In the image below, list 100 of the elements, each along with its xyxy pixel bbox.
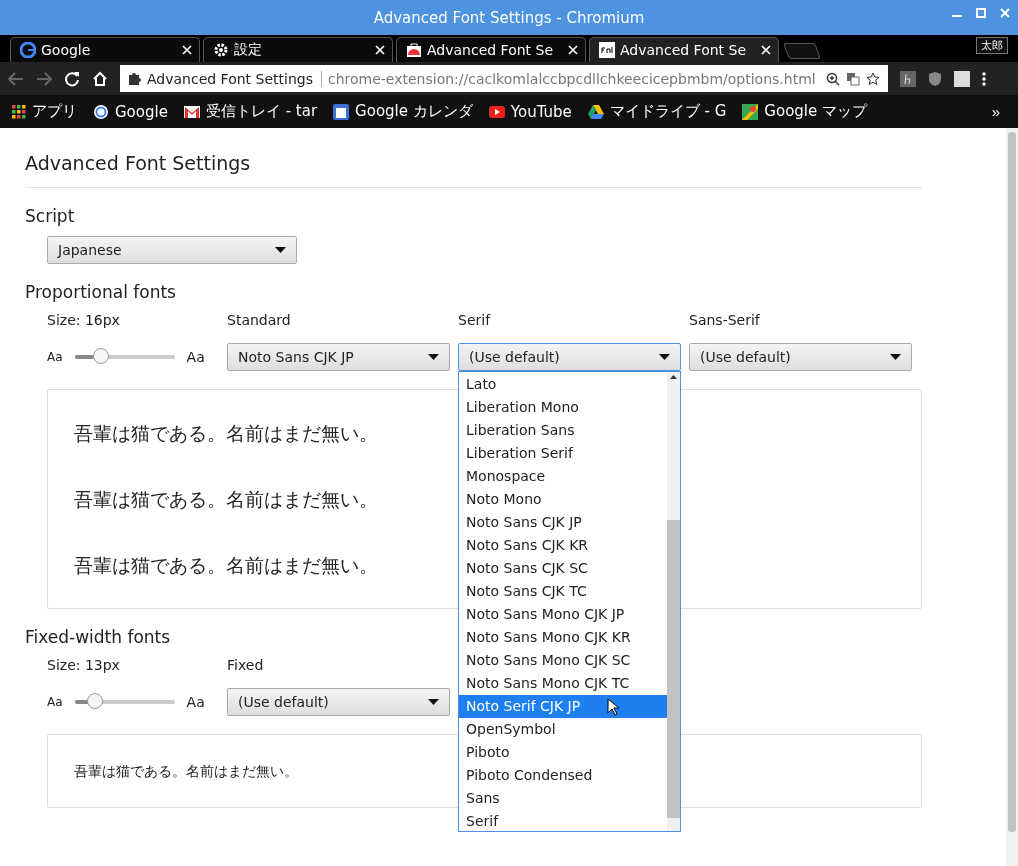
translate-icon[interactable]	[846, 71, 860, 86]
section-heading: Script	[25, 206, 75, 226]
large-sample-label: Aa	[186, 349, 205, 365]
dropdown-scrollbar[interactable]	[667, 372, 680, 831]
calendar-icon	[333, 103, 350, 120]
home-icon[interactable]	[92, 70, 108, 87]
browser-tab[interactable]: Google	[10, 37, 200, 62]
font-select[interactable]: Noto Sans CJK JP	[227, 343, 450, 371]
url-text: chrome-extension://caclkomlalccbpcdllchkeecicepbmbm/options.html	[327, 70, 817, 87]
font-select[interactable]: (Use default)	[689, 343, 912, 371]
cursor-icon	[607, 698, 619, 716]
slider-thumb[interactable]	[86, 693, 103, 709]
puzzle-icon	[128, 72, 141, 85]
font-label: Standard	[227, 312, 291, 329]
dropdown-option[interactable]: Noto Sans CJK JP	[459, 511, 667, 534]
size-label: Size: 13px	[47, 657, 120, 674]
small-sample-label: Aa	[47, 695, 63, 709]
caret-icon	[428, 699, 439, 705]
preview-text: 吾輩は猫である。名前はまだ無い。	[74, 553, 378, 578]
preview-text: 吾輩は猫である。名前はまだ無い。	[74, 487, 378, 512]
triangle-drive-icon	[587, 104, 604, 119]
dropdown-option[interactable]: Piboto Condensed	[459, 764, 667, 787]
forward-icon[interactable]	[36, 71, 52, 86]
extension-h-icon[interactable]	[900, 70, 916, 87]
dropdown-option[interactable]: Liberation Sans	[459, 419, 667, 442]
slider-thumb[interactable]	[92, 348, 109, 364]
dropdown-option[interactable]: Noto Sans Mono CJK JP	[459, 603, 667, 626]
dropdown-option[interactable]: Noto Sans Mono CJK SC	[459, 649, 667, 672]
play-icon	[488, 105, 505, 118]
bookmark-item[interactable]: Google	[93, 102, 168, 121]
script-select[interactable]: Japanese	[47, 236, 297, 264]
font-label: Sans-Serif	[689, 312, 760, 329]
shield-icon[interactable]	[928, 70, 942, 87]
maximize-icon[interactable]	[976, 8, 986, 18]
star-icon[interactable]	[866, 71, 880, 86]
caret-icon	[275, 247, 286, 253]
section-heading: Fixed-width fonts	[25, 627, 171, 647]
browser-tab[interactable]: 設定	[203, 37, 393, 62]
dropdown-option[interactable]: Noto Sans CJK SC	[459, 557, 667, 580]
page-title: Advanced Font Settings	[25, 140, 922, 188]
window-title: Advanced Font Settings - Chromium	[373, 8, 645, 27]
close-icon[interactable]	[375, 45, 385, 55]
back-icon[interactable]	[8, 71, 24, 86]
caret-icon	[890, 354, 901, 360]
browser-tab[interactable]: Advanced Font Se	[589, 37, 779, 62]
font-icon	[599, 42, 615, 58]
size-label: Size: 16px	[47, 312, 120, 329]
mail-icon	[183, 105, 200, 118]
dropdown-option[interactable]: Noto Sans CJK TC	[459, 580, 667, 603]
large-sample-label: Aa	[186, 694, 205, 710]
map-pin-icon	[742, 103, 759, 120]
page-scrollbar[interactable]	[1006, 128, 1018, 866]
bookmark-item[interactable]: マイドライブ - G	[587, 102, 727, 121]
dropdown-option[interactable]: Noto Sans Mono CJK KR	[459, 626, 667, 649]
dropdown-option[interactable]: Noto Serif CJK JP	[459, 695, 667, 718]
new-tab-button[interactable]	[783, 43, 821, 59]
font-select[interactable]: (Use default)	[458, 343, 681, 371]
dropdown-option[interactable]: Serif	[459, 810, 667, 833]
tab-title: Google	[41, 42, 92, 58]
address-bar[interactable]: Advanced Font Settings chrome-extension://caclkomlalccbpcdllchkeecicepbmbm/options.html	[120, 65, 888, 92]
tab-title: Advanced Font Se	[427, 42, 555, 58]
dropdown-option[interactable]: OpenSymbol	[459, 718, 667, 741]
close-icon[interactable]	[568, 45, 578, 55]
font-label: Fixed	[227, 657, 264, 674]
zoom-icon[interactable]	[826, 71, 840, 86]
dropdown-option[interactable]: Noto Mono	[459, 488, 667, 511]
preview-text: 吾輩は猫である。名前はまだ無い。	[74, 762, 298, 781]
dropdown-option[interactable]: Monospace	[459, 465, 667, 488]
dropdown-option[interactable]: Noto Sans CJK KR	[459, 534, 667, 557]
tab-title: 設定	[234, 41, 263, 59]
bookmark-item[interactable]: Google マップ	[742, 102, 868, 121]
preview-text: 吾輩は猫である。名前はまだ無い。	[74, 421, 378, 446]
font-select[interactable]: (Use default)	[227, 688, 450, 716]
reload-icon[interactable]	[64, 70, 80, 87]
profile-badge[interactable]: 太郎	[976, 37, 1008, 54]
tab-title: Advanced Font Se	[620, 42, 748, 58]
bookmark-item[interactable]: 受信トレイ - tar	[183, 102, 318, 121]
bag-icon	[406, 42, 422, 58]
small-sample-label: Aa	[47, 350, 63, 364]
dropdown-option[interactable]: Sans	[459, 787, 667, 810]
extension-square-icon[interactable]	[954, 70, 970, 87]
page-title: Advanced Font Settings	[147, 70, 322, 87]
dropdown-option[interactable]: Piboto	[459, 741, 667, 764]
browser-tab[interactable]: Advanced Font Se	[396, 37, 586, 62]
menu-icon[interactable]	[982, 70, 986, 87]
dropdown-option[interactable]: Liberation Serif	[459, 442, 667, 465]
bookmark-item[interactable]: YouTube	[488, 102, 572, 121]
dropdown-option[interactable]: Noto Sans Mono CJK TC	[459, 672, 667, 695]
caret-icon	[659, 354, 670, 360]
dropdown-option[interactable]: Lato	[459, 373, 667, 396]
close-icon[interactable]	[182, 45, 192, 55]
section-heading: Proportional fonts	[25, 282, 176, 302]
bookmark-item[interactable]: アプリ	[12, 102, 77, 121]
settings-icon	[213, 42, 229, 58]
close-icon[interactable]	[761, 45, 771, 55]
apps-grid-icon	[12, 104, 26, 119]
bookmark-item[interactable]: Google カレンダ	[333, 102, 473, 121]
caret-icon	[428, 354, 439, 360]
dropdown-option[interactable]: Liberation Mono	[459, 396, 667, 419]
bookmarks-overflow-button[interactable]: »	[985, 102, 1006, 121]
